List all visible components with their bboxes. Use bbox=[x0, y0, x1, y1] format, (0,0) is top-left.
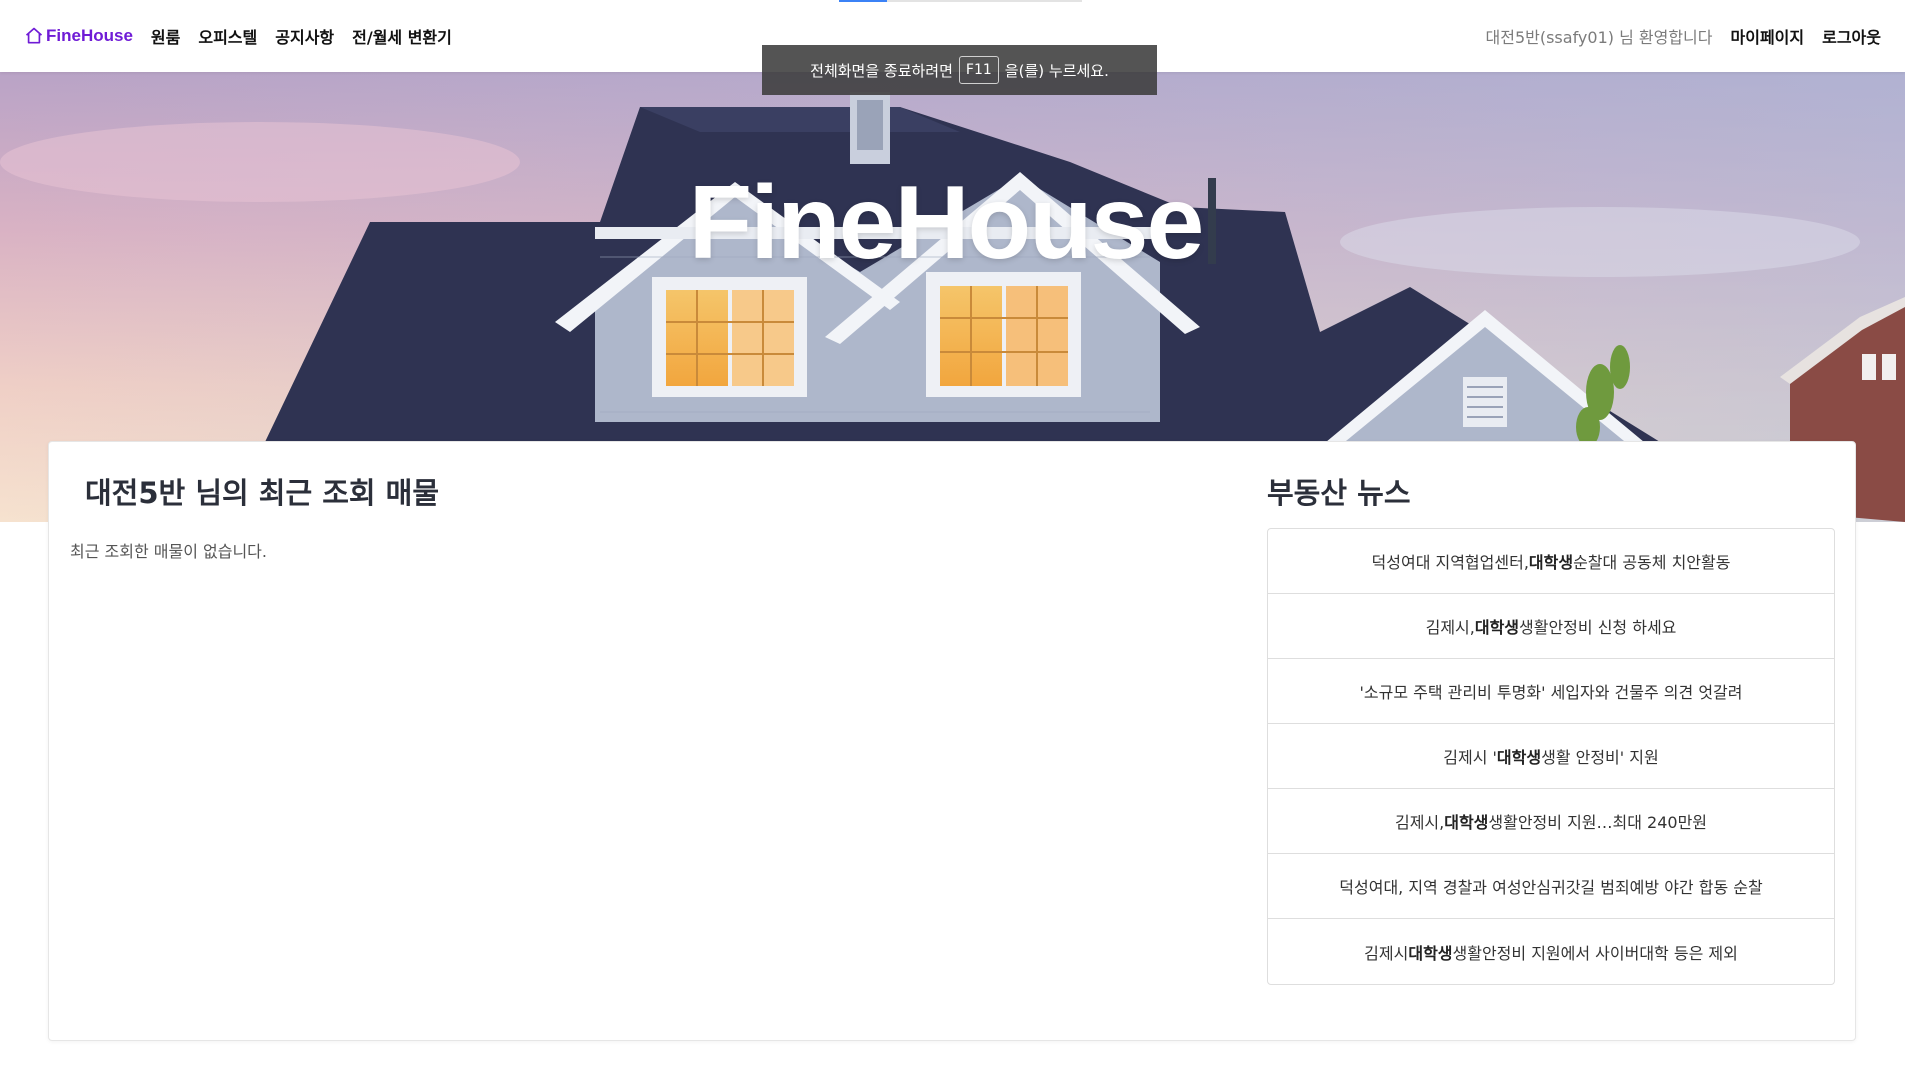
toast-key: F11 bbox=[958, 56, 999, 84]
mypage-link[interactable]: 마이페이지 bbox=[1731, 24, 1805, 48]
logout-link[interactable]: 로그아웃 bbox=[1822, 24, 1881, 48]
content-card: 대전5반 님의 최근 조회 매물 최근 조회한 매물이 없습니다. 부동산 뉴스… bbox=[48, 441, 1856, 1041]
nav-link-officetel[interactable]: 오피스텔 bbox=[198, 24, 257, 48]
nav-link-notice[interactable]: 공지사항 bbox=[275, 24, 334, 48]
brand-link[interactable]: FineHouse bbox=[24, 26, 133, 46]
welcome-message: 대전5반(ssafy01) 님 환영합니다 bbox=[1485, 28, 1713, 47]
toast-text-before: 전체화면을 종료하려면 bbox=[810, 61, 953, 80]
brand-name: FineHouse bbox=[46, 26, 133, 45]
news-item[interactable]: 덕성여대, 지역 경찰과 여성안심귀갓길 범죄예방 야간 합동 순찰 bbox=[1268, 854, 1834, 919]
hero-title-text: FineHouse bbox=[688, 165, 1205, 281]
news-item[interactable]: '소규모 주택 관리비 투명화' 세입자와 건물주 의견 엇갈려 bbox=[1268, 659, 1834, 724]
fullscreen-exit-toast: 전체화면을 종료하려면 F11 을(를) 누르세요. bbox=[762, 45, 1157, 95]
nav-link-oneroom[interactable]: 원룸 bbox=[151, 24, 180, 48]
toast-text-after: 을(를) 누르세요. bbox=[1004, 61, 1109, 80]
news-item[interactable]: 덕성여대 지역협업센터, 대학생 순찰대 공동체 치안활동 bbox=[1268, 529, 1834, 594]
news-list: 덕성여대 지역협업센터, 대학생 순찰대 공동체 치안활동 김제시, 대학생 생… bbox=[1267, 528, 1835, 985]
home-icon bbox=[25, 27, 43, 44]
user-nav: 대전5반(ssafy01) 님 환영합니다 마이페이지 로그아웃 bbox=[1486, 24, 1881, 48]
news-item[interactable]: 김제시 대학생 생활안정비 지원에서 사이버대학 등은 제외 bbox=[1268, 919, 1834, 984]
recent-listings-empty: 최근 조회한 매물이 없습니다. bbox=[70, 542, 267, 561]
news-item[interactable]: 김제시, 대학생 생활안정비 신청 하세요 bbox=[1268, 594, 1834, 659]
recent-listings-title: 대전5반 님의 최근 조회 매물 bbox=[85, 476, 440, 510]
news-section-title: 부동산 뉴스 bbox=[1267, 476, 1411, 510]
main-nav-links: 원룸 오피스텔 공지사항 전/월세 변환기 bbox=[151, 24, 452, 48]
news-item[interactable]: 김제시, 대학생 생활안정비 지원…최대 240만원 bbox=[1268, 789, 1834, 854]
typing-caret bbox=[1208, 178, 1217, 264]
page-load-progress bbox=[839, 0, 1082, 2]
nav-link-rent-converter[interactable]: 전/월세 변환기 bbox=[352, 24, 452, 48]
news-item[interactable]: 김제시 ' 대학생 생활 안정비' 지원 bbox=[1268, 724, 1834, 789]
hero-title: FineHouse bbox=[0, 164, 1905, 283]
